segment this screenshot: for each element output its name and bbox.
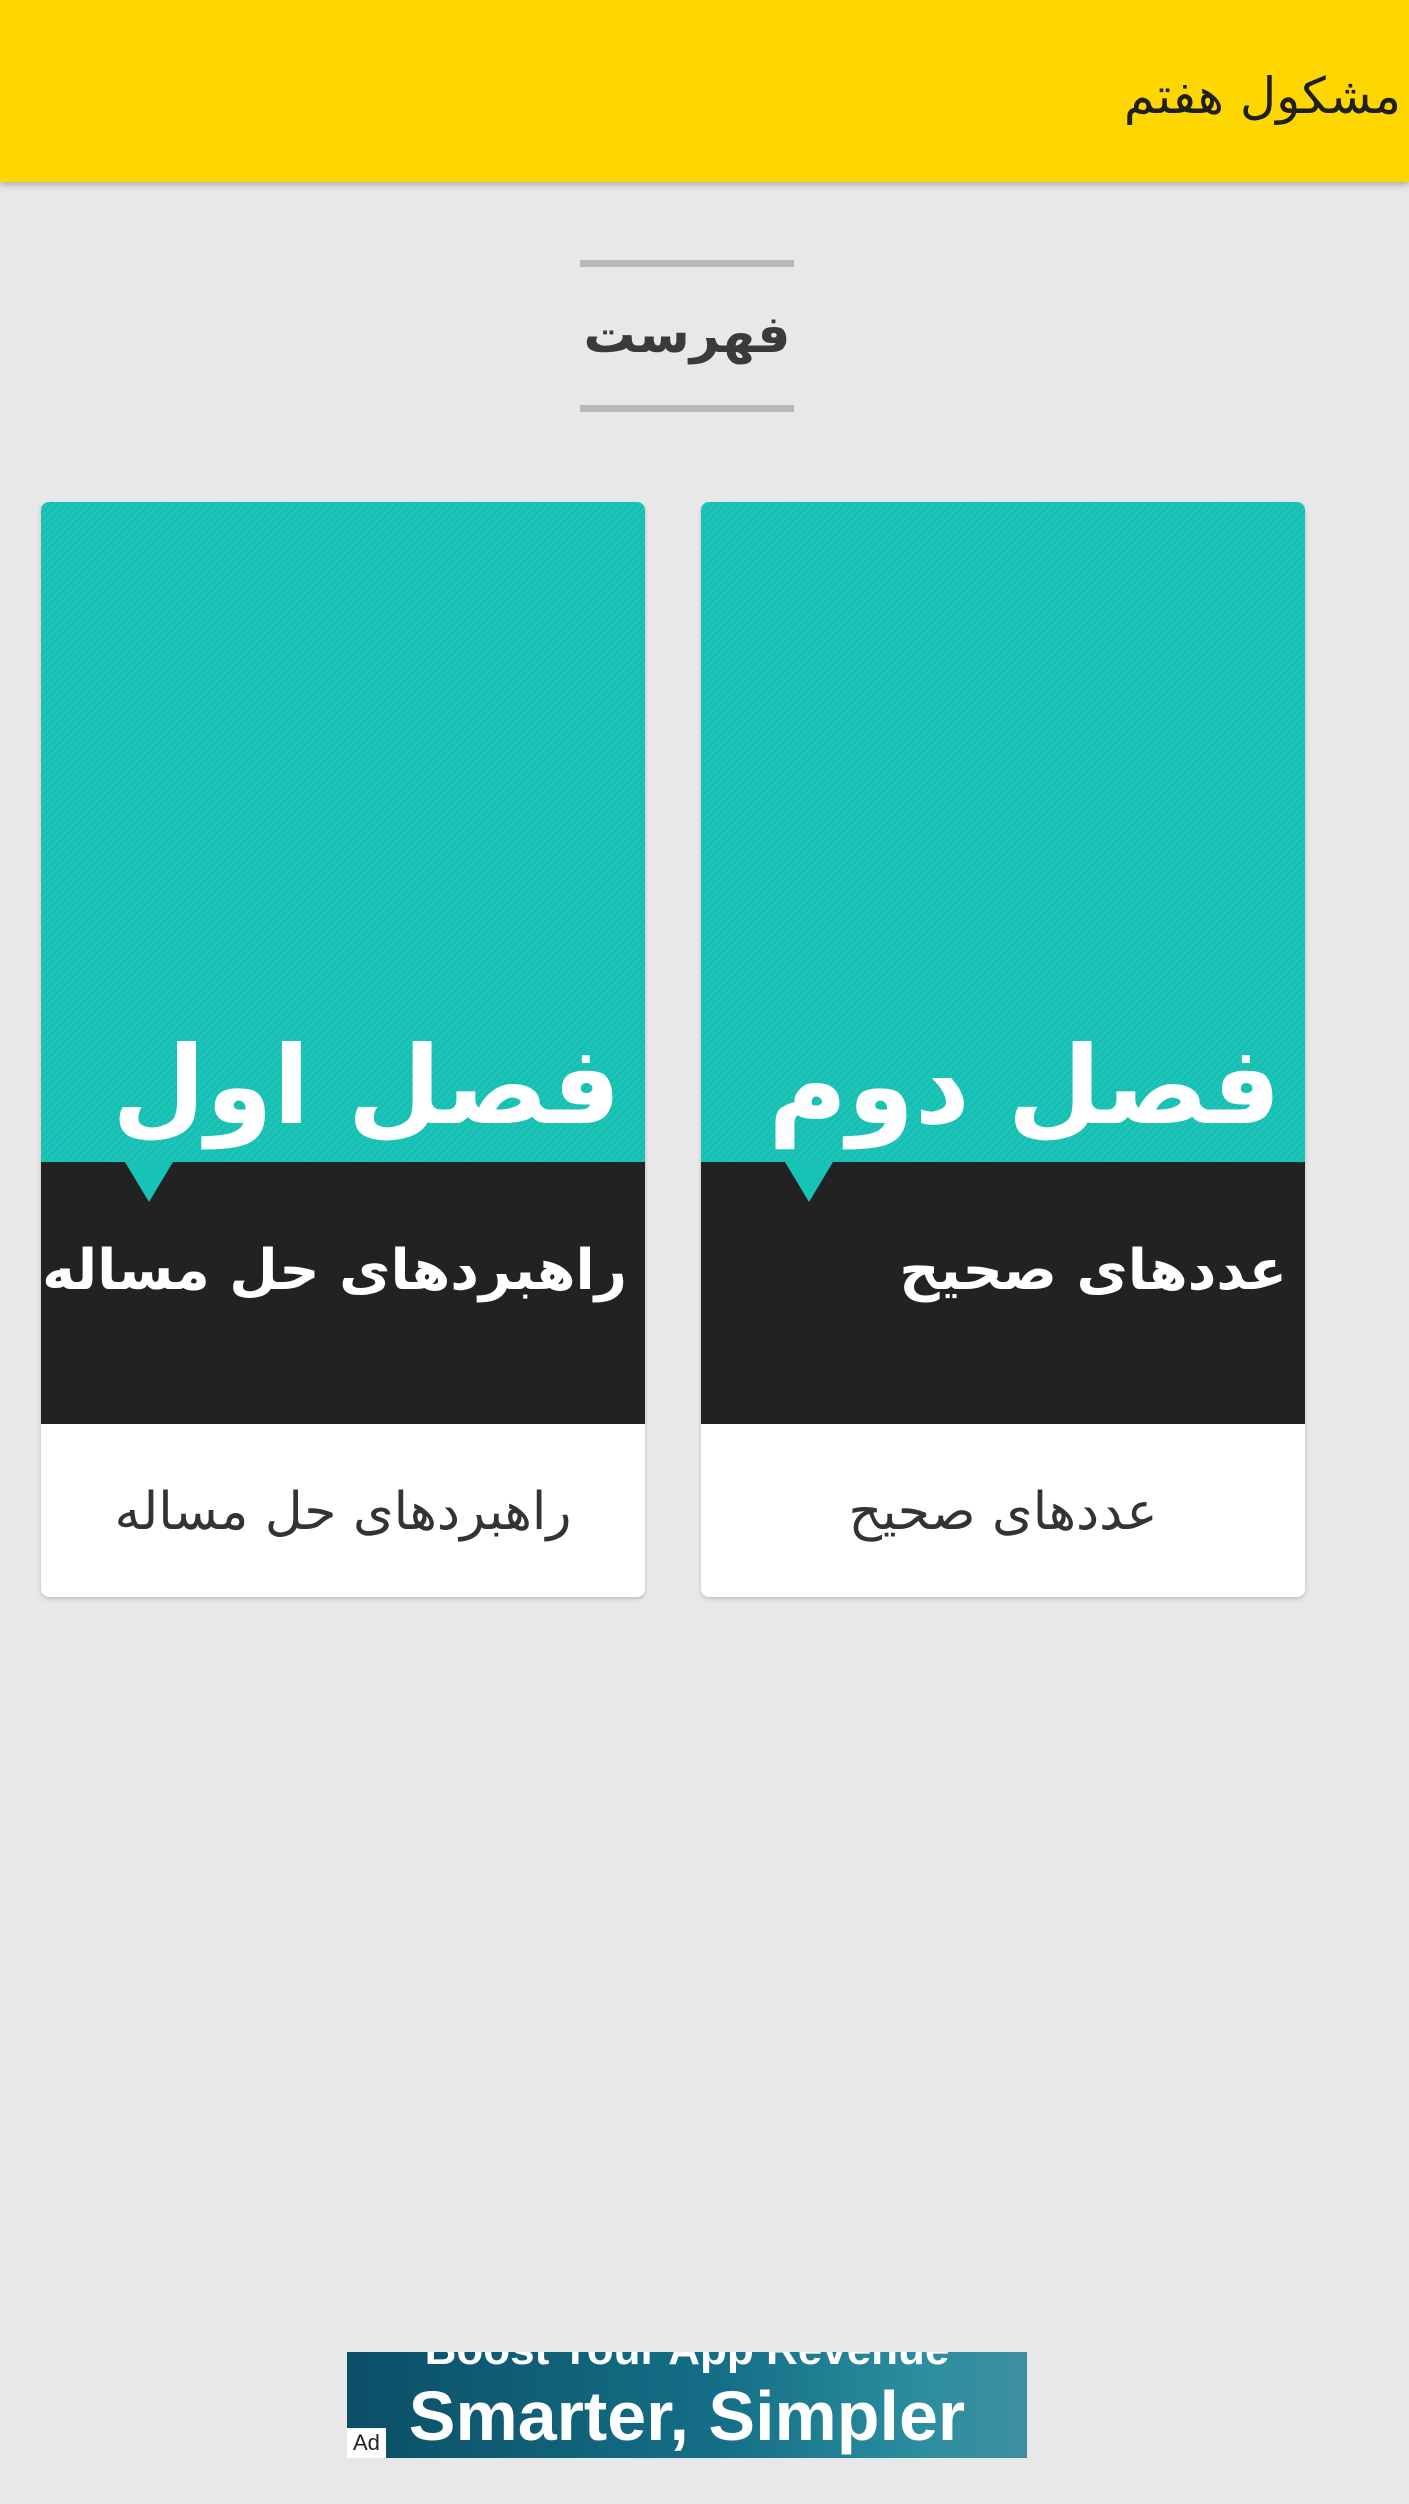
card-chapter-title: فصل اول	[112, 1024, 621, 1149]
card-pointer	[125, 1162, 173, 1202]
chapter-card-first[interactable]: فصل اول راهبردهای حل مساله راهبردهای حل …	[41, 502, 645, 1597]
card-band: عددهای صحیح	[701, 1162, 1305, 1424]
ad-tagline: Smarter, Simpler	[408, 2377, 966, 2455]
ad-badge: Ad	[347, 2428, 386, 2458]
card-caption: راهبردهای حل مساله	[114, 1482, 572, 1542]
ad-banner[interactable]: Boost Your App Revenue Smarter, Simpler …	[347, 2352, 1027, 2458]
card-chapter-title: فصل دوم	[768, 1024, 1281, 1149]
card-cover: فصل اول	[41, 502, 645, 1162]
card-band: راهبردهای حل مساله	[41, 1162, 645, 1424]
ad-headline: Boost Your App Revenue	[347, 2352, 1027, 2378]
card-caption: عددهای صحیح	[848, 1482, 1158, 1542]
chapter-card-second[interactable]: فصل دوم عددهای صحیح عددهای صحیح	[701, 502, 1305, 1597]
app-bar: مشکول هفتم	[0, 0, 1409, 182]
card-pointer	[785, 1162, 833, 1202]
card-subtitle: عددهای صحیح	[899, 1238, 1287, 1303]
app-title: مشکول هفتم	[1123, 67, 1401, 125]
card-cover: فصل دوم	[701, 502, 1305, 1162]
card-subtitle: راهبردهای حل مساله	[42, 1238, 627, 1303]
section-heading: فهرست	[580, 260, 794, 412]
